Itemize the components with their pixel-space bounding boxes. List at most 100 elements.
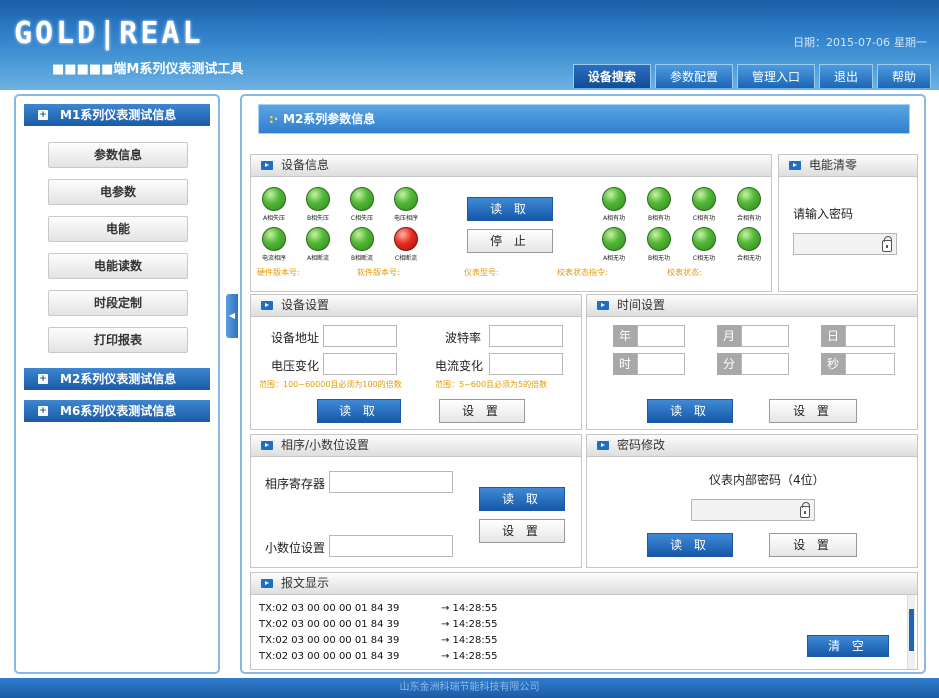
led-label: C相断流 [394,255,418,262]
led-c-phase-active [692,187,716,211]
led-label: 合相有功 [736,215,761,222]
device-settings-title: 设备设置 [281,298,330,312]
sidebar-item-energy[interactable]: 电能 [48,216,188,242]
led-voltage-phase-seq [394,187,418,211]
time-settings-set-button[interactable]: 设 置 [769,399,857,423]
device-settings-set-button[interactable]: 设 置 [439,399,525,423]
device-info-panel: 设备信息 A相失压 B相失压 C相失压 电压相序 电流相序 A相断流 B相断流 … [250,154,772,292]
device-settings-read-button[interactable]: 读 取 [317,399,401,423]
led-c-phase-reactive [692,227,716,251]
nav-param-config[interactable]: 参数配置 [654,64,733,88]
log-line: TX:02 03 00 00 00 01 84 39 → 14:28:55 [259,603,497,614]
phase-decimal-panel: 相序/小数位设置 相序寄存器 读 取 设 置 小数位设置 [250,434,582,568]
second-input[interactable] [845,353,895,375]
log-time: → 14:28:55 [441,603,498,614]
nav-admin[interactable]: 管理入口 [736,64,815,88]
led-b-phase-voltage-loss [306,187,330,211]
nav-help[interactable]: 帮助 [876,64,931,88]
sidebar-section-m1[interactable]: + M1系列仪表测试信息 [24,104,210,126]
weekday-text: 星期一 [894,36,927,49]
log-message: TX:02 03 00 00 00 01 84 39 [259,651,400,662]
device-info-read-button[interactable]: 读 取 [467,197,553,221]
lock-icon [882,236,892,252]
year-label: 年 [613,325,637,347]
led-c-phase-voltage-loss [350,187,374,211]
sidebar-section-m6[interactable]: + M6系列仪表测试信息 [24,400,210,422]
date-text: 日期：2015-07-06 [793,36,890,49]
message-log-title: 报文显示 [281,576,330,590]
minute-label: 分 [717,353,741,375]
bullet-icon: :· [269,112,279,126]
sidebar-item-param-info[interactable]: 参数信息 [48,142,188,168]
clear-log-button[interactable]: 清 空 [807,635,889,657]
nav-device-search[interactable]: 设备搜索 [572,64,651,88]
phase-set-button[interactable]: 设 置 [479,519,565,543]
led-c-phase-current-break [394,227,418,251]
day-input[interactable] [845,325,895,347]
current-range-hint: 范围：5~600且必须为5的倍数 [435,380,548,389]
phase-decimal-title: 相序/小数位设置 [281,438,370,452]
time-settings-title: 时间设置 [617,298,666,312]
led-a-phase-current-break [306,227,330,251]
log-scrollbar[interactable] [907,595,915,669]
password-set-button[interactable]: 设 置 [769,533,857,557]
year-input[interactable] [637,325,685,347]
device-settings-header: 设备设置 [251,295,581,317]
top-nav: 设备搜索 参数配置 管理入口 退出 帮助 [569,64,931,88]
log-message: TX:02 03 00 00 00 01 84 39 [259,619,400,630]
meter-password-input[interactable] [691,499,815,521]
time-settings-read-button[interactable]: 读 取 [647,399,733,423]
device-info-stop-button[interactable]: 停 止 [467,229,553,253]
led-label: C相无功 [692,255,716,262]
led-label: B相无功 [647,255,671,262]
panel-icon [597,301,609,310]
phase-read-button[interactable]: 读 取 [479,487,565,511]
decimal-setting-label: 小数位设置 [265,541,326,555]
decimal-setting-input[interactable] [329,535,453,557]
month-input[interactable] [741,325,789,347]
led-a-phase-active [602,187,626,211]
page-title: :· M2系列参数信息 [258,104,910,134]
baud-rate-label: 波特率 [445,331,482,345]
sidebar: + M1系列仪表测试信息 参数信息 电参数 电能 电能读数 时段定制 打印报表 +… [14,94,220,674]
brand-logo: GOLD|REAL [14,16,204,51]
log-message: TX:02 03 00 00 00 01 84 39 [259,603,400,614]
hour-input[interactable] [637,353,685,375]
collapse-sidebar-handle[interactable]: ◀ [226,294,238,338]
scrollbar-thumb[interactable] [909,609,914,651]
sidebar-item-period-config[interactable]: 时段定制 [48,290,188,316]
led-label: 合相无功 [736,255,761,262]
minute-input[interactable] [741,353,789,375]
second-label: 秒 [821,353,845,375]
log-time: → 14:28:55 [441,651,498,662]
current-change-input[interactable] [489,353,563,375]
baud-rate-input[interactable] [489,325,563,347]
phase-register-label: 相序寄存器 [265,477,326,491]
time-settings-header: 时间设置 [587,295,917,317]
page-title-text: M2系列参数信息 [283,112,376,126]
device-address-input[interactable] [323,325,397,347]
day-label: 日 [821,325,845,347]
date-display: 日期：2015-07-06 星期一 [789,34,927,50]
sidebar-item-electrical-params[interactable]: 电参数 [48,179,188,205]
sidebar-section-m2[interactable]: + M2系列仪表测试信息 [24,368,210,390]
nav-exit[interactable]: 退出 [818,64,873,88]
footer: 山东金洲科瑞节能科技有限公司 [0,678,939,698]
voltage-change-input[interactable] [323,353,397,375]
expand-icon: + [38,406,48,416]
device-info-title: 设备信息 [281,158,330,172]
led-label: B相有功 [647,215,671,222]
led-label: 电压相序 [393,215,418,222]
password-read-button[interactable]: 读 取 [647,533,733,557]
device-info-header: 设备信息 [251,155,771,177]
password-change-header: 密码修改 [587,435,917,457]
energy-clear-password-input[interactable] [793,233,897,255]
sidebar-item-print-report[interactable]: 打印报表 [48,327,188,353]
led-label: B相断流 [350,255,374,262]
led-b-phase-reactive [647,227,671,251]
phase-register-input[interactable] [329,471,453,493]
sidebar-item-energy-reading[interactable]: 电能读数 [48,253,188,279]
led-label: A相无功 [602,255,626,262]
led-label: C相有功 [692,215,716,222]
log-message: TX:02 03 00 00 00 01 84 39 [259,635,400,646]
